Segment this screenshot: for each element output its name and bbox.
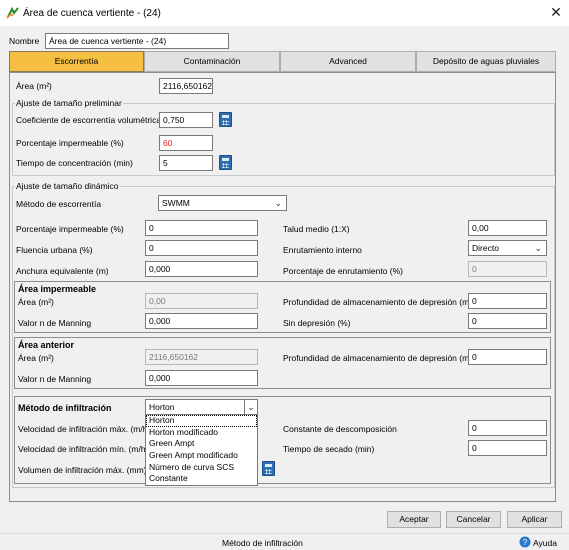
calculator-icon[interactable] — [262, 461, 275, 476]
perv-manning-input[interactable]: 0,000 — [145, 370, 258, 386]
internal-routing-value: Directo — [472, 243, 499, 253]
routing-pct-input[interactable]: 0 — [468, 261, 547, 277]
concentration-time-label: Tiempo de concentración (min) — [16, 158, 133, 168]
option-constante[interactable]: Constante — [146, 473, 257, 485]
area-label: Área (m²) — [16, 81, 52, 91]
dyn-impervious-label: Porcentaje impermeable (%) — [16, 224, 124, 234]
option-green-ampt[interactable]: Green Ampt — [146, 438, 257, 450]
option-green-ampt-modificado[interactable]: Green Ampt modificado — [146, 450, 257, 462]
chevron-down-icon: ⌄ — [534, 243, 542, 253]
pervious-area-title: Área anterior — [18, 340, 75, 350]
impervious-pct-input[interactable]: 60 — [159, 135, 213, 151]
option-horton[interactable]: Horton — [146, 415, 257, 427]
routing-pct-label: Porcentaje de enrutamiento (%) — [283, 266, 404, 276]
window-title: Área de cuenca vertiente - (24) — [23, 8, 161, 19]
tab-contaminacion[interactable]: Contaminación — [144, 51, 280, 72]
chevron-down-icon: ⌄ — [244, 400, 257, 414]
infiltration-title: Método de infiltración — [18, 403, 112, 413]
concentration-time-input[interactable]: 5 — [159, 155, 213, 171]
infiltration-method-value: Horton — [149, 402, 175, 412]
help-link[interactable]: Ayuda — [533, 537, 557, 549]
calculator-icon[interactable] — [219, 155, 232, 170]
perv-manning-label: Valor n de Manning — [18, 374, 92, 384]
drying-time-input[interactable]: 0 — [468, 440, 547, 456]
internal-routing-label: Enrutamiento interno — [283, 245, 362, 255]
impervious-pct-label: Porcentaje impermeable (%) — [16, 138, 124, 148]
dynamic-title: Ajuste de tamaño dinámico — [15, 180, 120, 192]
runoff-method-select[interactable]: SWMM ⌄ — [158, 195, 287, 211]
tab-advanced[interactable]: Advanced — [280, 51, 416, 72]
imp-depression-label: Profundidad de almacenamiento de depresi… — [283, 297, 480, 307]
area-input[interactable]: 2116,650162 — [159, 78, 213, 94]
equivalent-width-input[interactable]: 0,000 — [145, 261, 258, 277]
min-rate-label: Velocidad de infiltración mín. (m/h) — [18, 444, 149, 454]
name-label: Nombre — [9, 36, 40, 46]
title-bar: Área de cuenca vertiente - (24) ✕ — [0, 0, 569, 26]
status-text: Método de infiltración — [222, 538, 303, 548]
max-volume-label: Volumen de infiltración máx. (mm) — [18, 465, 147, 475]
runoff-coef-input[interactable]: 0,750 — [159, 112, 213, 128]
name-input[interactable]: Área de cuenca vertiente - (24) — [45, 33, 229, 49]
equivalent-width-label: Anchura equivalente (m) — [16, 266, 109, 276]
chevron-down-icon: ⌄ — [274, 198, 282, 208]
no-depression-label: Sin depresión (%) — [283, 318, 351, 328]
help-icon[interactable]: ? — [519, 536, 531, 548]
app-icon — [6, 6, 19, 19]
imp-area-label: Área (m²) — [18, 297, 54, 307]
no-depression-input[interactable]: 0 — [468, 313, 547, 329]
option-scs-curve-number[interactable]: Número de curva SCS — [146, 462, 257, 474]
close-icon[interactable]: ✕ — [548, 4, 564, 20]
runoff-method-label: Método de escorrentía — [16, 199, 102, 209]
preliminary-title: Ajuste de tamaño preliminar — [15, 97, 123, 109]
decay-constant-input[interactable]: 0 — [468, 420, 547, 436]
calculator-icon[interactable] — [219, 112, 232, 127]
mean-slope-input[interactable]: 0,00 — [468, 220, 547, 236]
tab-deposito[interactable]: Depósito de aguas pluviales — [416, 51, 556, 72]
perv-depression-label: Profundidad de almacenamiento de depresi… — [283, 353, 480, 363]
runoff-method-value: SWMM — [162, 198, 190, 208]
apply-button[interactable]: Aplicar — [507, 511, 562, 528]
impervious-area-title: Área impermeable — [18, 284, 97, 294]
tab-escorrentia[interactable]: Escorrentía — [9, 51, 144, 72]
imp-manning-label: Valor n de Manning — [18, 318, 92, 328]
mean-slope-label: Talud medio (1:X) — [283, 224, 350, 234]
drying-time-label: Tiempo de secado (min) — [283, 444, 375, 454]
svg-text:?: ? — [523, 538, 528, 547]
internal-routing-select[interactable]: Directo ⌄ — [468, 240, 547, 256]
runoff-coef-label: Coeficiente de escorrentía volumétrica — [16, 115, 162, 125]
infiltration-method-select[interactable]: Horton ⌄ — [145, 399, 258, 415]
imp-depression-input[interactable]: 0 — [468, 293, 547, 309]
perv-depression-input[interactable]: 0 — [468, 349, 547, 365]
option-horton-modificado[interactable]: Horton modificado — [146, 427, 257, 439]
imp-area-input[interactable]: 0,00 — [145, 293, 258, 309]
decay-constant-label: Constante de descomposición — [283, 424, 397, 434]
accept-button[interactable]: Aceptar — [387, 511, 441, 528]
urban-flow-label: Fluencia urbana (%) — [16, 245, 93, 255]
infiltration-method-list: Horton Horton modificado Green Ampt Gree… — [145, 414, 258, 486]
dyn-impervious-input[interactable]: 0 — [145, 220, 258, 236]
imp-manning-input[interactable]: 0,000 — [145, 313, 258, 329]
perv-area-input[interactable]: 2116,650162 — [145, 349, 258, 365]
urban-flow-input[interactable]: 0 — [145, 240, 258, 256]
max-rate-label: Velocidad de infiltración máx. (m/h) — [18, 424, 151, 434]
perv-area-label: Área (m²) — [18, 353, 54, 363]
cancel-button[interactable]: Cancelar — [446, 511, 501, 528]
